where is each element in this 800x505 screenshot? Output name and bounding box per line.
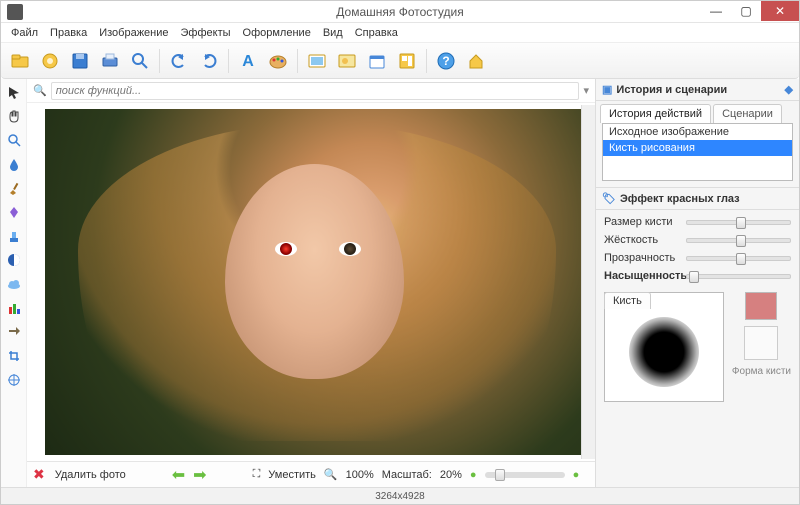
opacity-label: Прозрачность — [604, 252, 680, 264]
scale-label: Масштаб: — [382, 469, 432, 481]
delete-photo-label[interactable]: Удалить фото — [55, 469, 126, 481]
tab-brush[interactable]: Кисть — [604, 292, 651, 309]
drop-tool[interactable] — [5, 155, 23, 173]
menu-edit[interactable]: Правка — [50, 27, 87, 39]
app-icon — [7, 4, 23, 20]
swap-tool[interactable] — [5, 323, 23, 341]
print-button[interactable] — [97, 48, 123, 74]
saturation-label: Насыщенность — [604, 270, 680, 282]
zoom-in-button[interactable]: ● — [573, 469, 580, 481]
main-toolbar: A ? — [1, 43, 799, 79]
search-dropdown-icon[interactable]: ▾ — [583, 84, 589, 97]
left-toolbar — [1, 79, 27, 487]
pointer-tool[interactable] — [5, 83, 23, 101]
size-slider[interactable] — [686, 220, 791, 225]
cloud-tool[interactable] — [5, 275, 23, 293]
menu-decorate[interactable]: Оформление — [243, 27, 311, 39]
brush-tool[interactable] — [5, 179, 23, 197]
menu-effects[interactable]: Эффекты — [181, 27, 231, 39]
open-button[interactable] — [7, 48, 33, 74]
panel-expand-icon[interactable]: ◆ — [785, 83, 793, 96]
gallery1-button[interactable] — [304, 48, 330, 74]
close-button[interactable]: ✕ — [761, 1, 799, 21]
calendar-button[interactable] — [364, 48, 390, 74]
minimize-button[interactable]: — — [701, 1, 731, 21]
menu-help[interactable]: Справка — [355, 27, 398, 39]
palette-button[interactable] — [265, 48, 291, 74]
history-row[interactable]: Кисть рисования — [603, 140, 792, 156]
undo-button[interactable] — [166, 48, 192, 74]
levels-tool[interactable] — [5, 299, 23, 317]
zoom-tool[interactable] — [5, 131, 23, 149]
contrast-tool[interactable] — [5, 251, 23, 269]
history-list[interactable]: Исходное изображение Кисть рисования — [602, 123, 793, 181]
menu-image[interactable]: Изображение — [99, 27, 168, 39]
status-bar: 3264x4928 — [1, 487, 799, 504]
saturation-slider[interactable] — [686, 274, 791, 279]
effect-title: Эффект красных глаз — [620, 193, 740, 205]
menu-file[interactable]: Файл — [11, 27, 38, 39]
zoom-out-button[interactable]: ● — [470, 469, 477, 481]
svg-text:?: ? — [442, 54, 449, 68]
search-input[interactable] — [51, 82, 580, 100]
effect-icon: 🏷 — [602, 192, 616, 205]
hardness-label: Жёсткость — [604, 234, 680, 246]
gallery2-button[interactable] — [334, 48, 360, 74]
crop-tool[interactable] — [5, 347, 23, 365]
delete-icon[interactable]: ✖ — [33, 466, 45, 483]
hundred-label[interactable]: 100% — [346, 469, 374, 481]
home-button[interactable] — [463, 48, 489, 74]
save-button[interactable] — [67, 48, 93, 74]
search-icon: 🔍 — [33, 84, 47, 97]
svg-text:A: A — [242, 53, 254, 70]
redo-button[interactable] — [196, 48, 222, 74]
window-title: Домашняя Фотостудия — [336, 5, 463, 19]
tab-scenarios[interactable]: Сценарии — [713, 104, 782, 123]
vertical-scrollbar[interactable] — [581, 105, 595, 459]
zoom-slider[interactable] — [485, 472, 565, 478]
fit-label[interactable]: Уместить — [268, 469, 316, 481]
hundred-icon[interactable]: 🔍 — [324, 468, 338, 481]
stamp-tool[interactable] — [5, 227, 23, 245]
maximize-button[interactable]: ▢ — [731, 1, 761, 21]
hardness-slider[interactable] — [686, 238, 791, 243]
purple-tool[interactable] — [5, 203, 23, 221]
fit-icon[interactable]: ⛶ — [253, 468, 261, 481]
history-icon: ▣ — [602, 83, 612, 96]
search-button[interactable] — [127, 48, 153, 74]
size-label: Размер кисти — [604, 216, 680, 228]
hand-tool[interactable] — [5, 107, 23, 125]
color-swatch[interactable] — [745, 292, 777, 320]
menu-view[interactable]: Вид — [323, 27, 343, 39]
menubar: Файл Правка Изображение Эффекты Оформлен… — [1, 23, 799, 43]
prev-button[interactable]: ⬅ — [172, 465, 185, 485]
tab-history[interactable]: История действий — [600, 104, 711, 123]
help-button[interactable]: ? — [433, 48, 459, 74]
brush-shape-button[interactable] — [744, 326, 778, 360]
text-button[interactable]: A — [235, 48, 261, 74]
next-button[interactable]: ➡ — [193, 465, 206, 485]
target-tool[interactable] — [5, 371, 23, 389]
history-row[interactable]: Исходное изображение — [603, 124, 792, 140]
gear-button[interactable] — [37, 48, 63, 74]
brush-preview: Кисть — [604, 292, 724, 402]
image-dimensions: 3264x4928 — [375, 491, 425, 502]
opacity-slider[interactable] — [686, 256, 791, 261]
canvas[interactable] — [27, 103, 595, 461]
scale-value: 20% — [440, 469, 462, 481]
brush-shape-label: Форма кисти — [732, 366, 791, 377]
collage-button[interactable] — [394, 48, 420, 74]
history-panel-title: История и сценарии — [616, 84, 727, 96]
